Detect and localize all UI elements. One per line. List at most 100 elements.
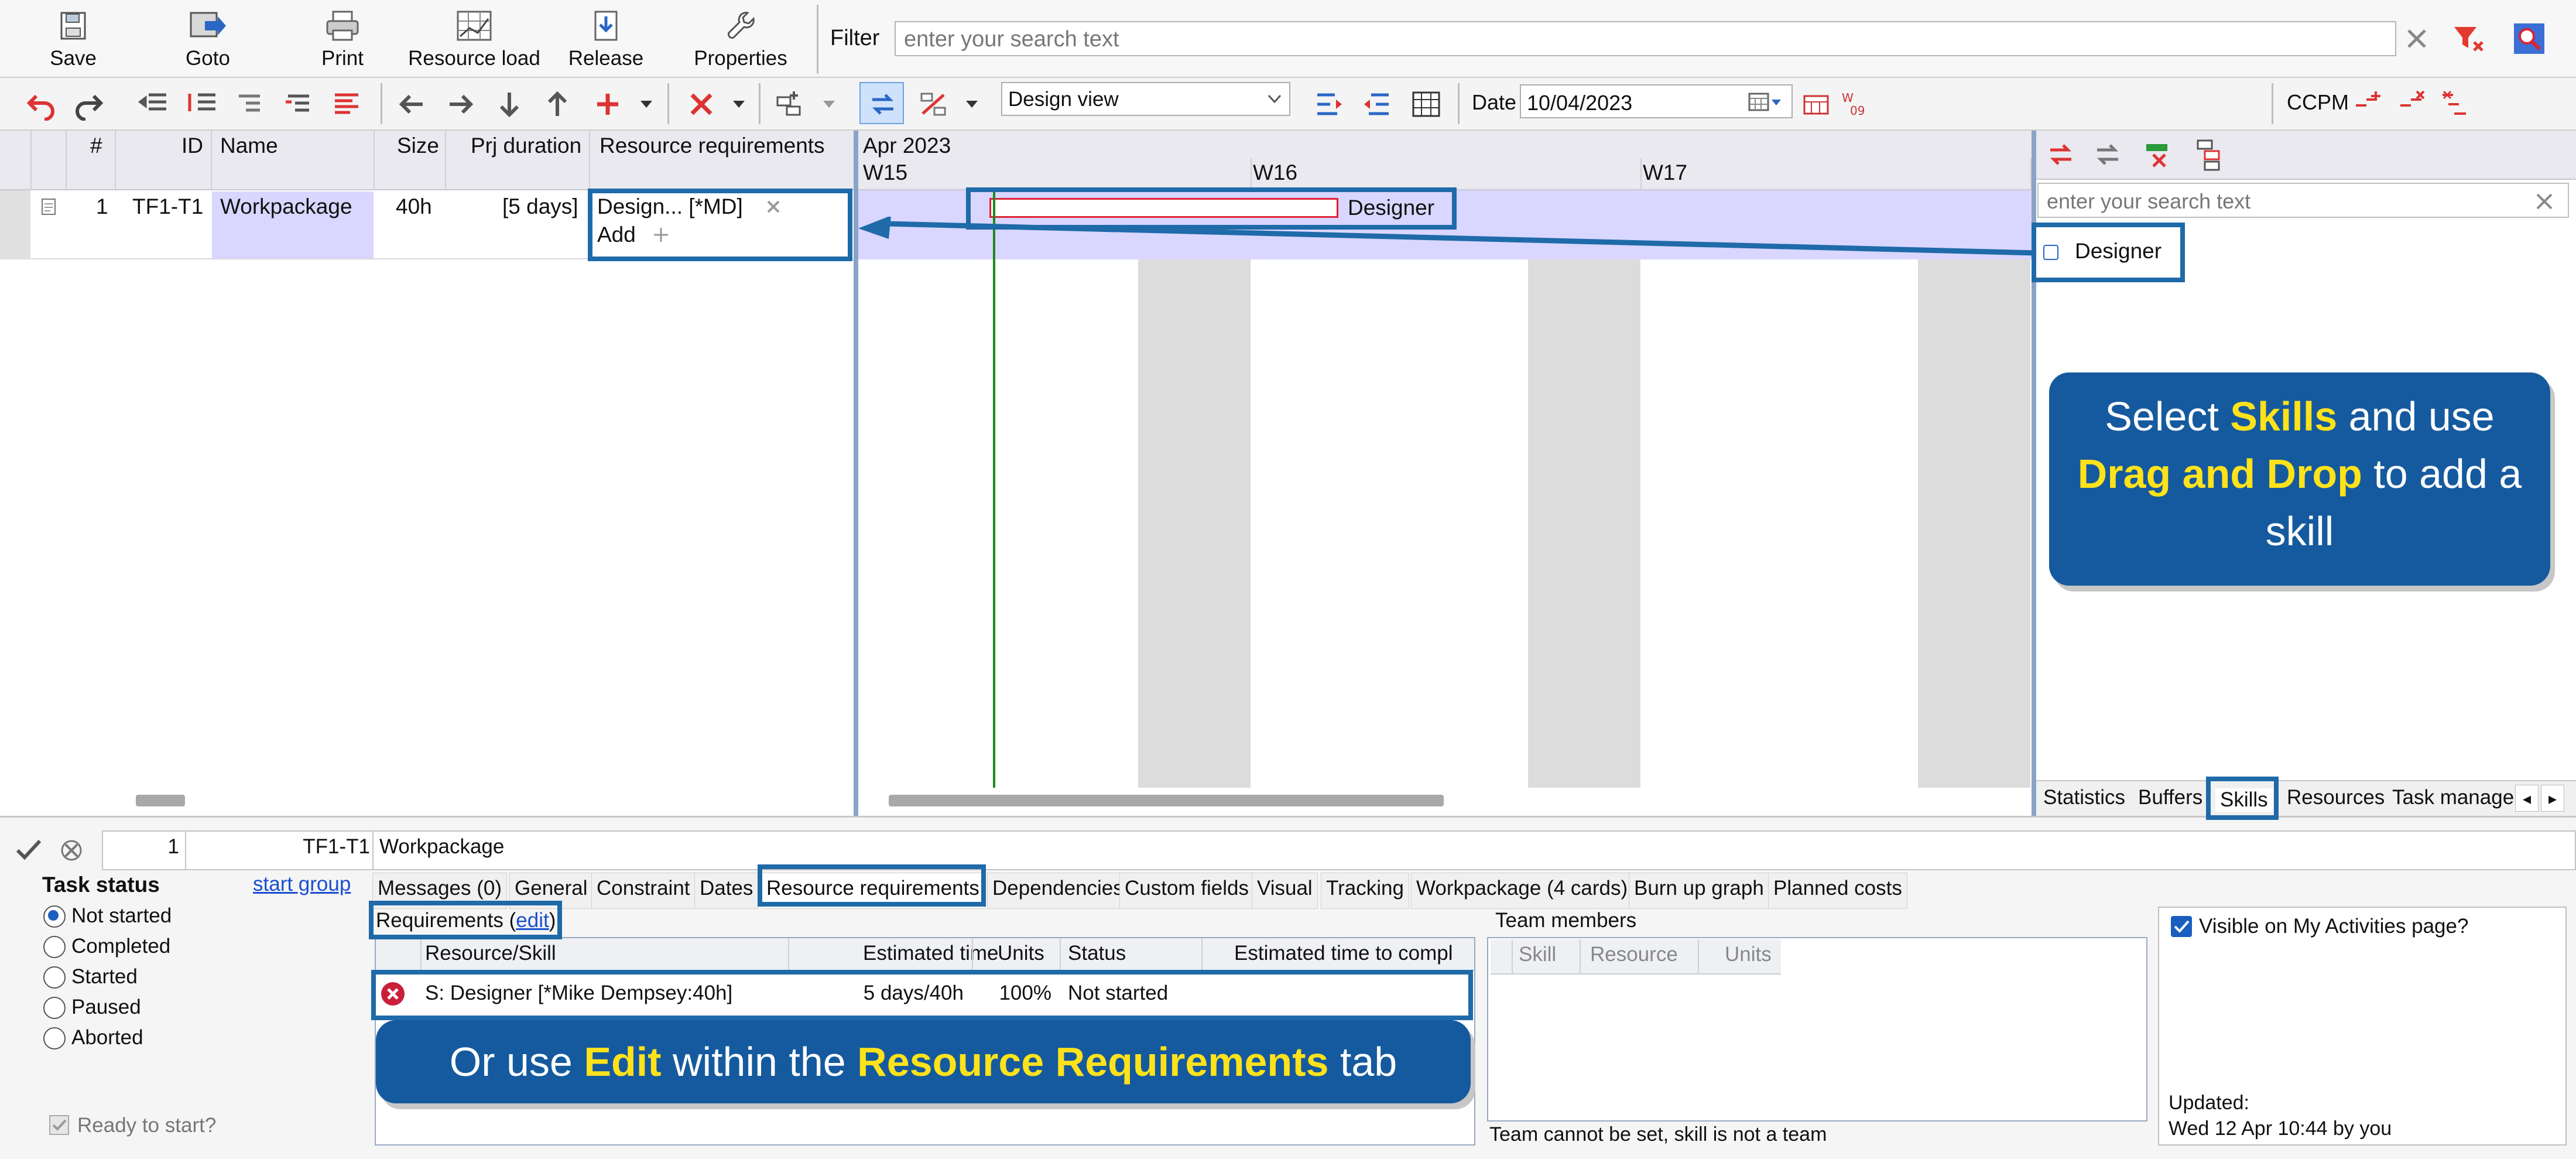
expand-icon[interactable]	[282, 88, 315, 121]
column-header-resource[interactable]: Resource	[1590, 943, 1678, 966]
tab-visual[interactable]: Visual	[1252, 873, 1318, 909]
chevron-down-icon[interactable]	[822, 98, 836, 110]
column-header-units[interactable]: Units	[998, 942, 1044, 965]
tab-planned-costs[interactable]: Planned costs	[1768, 873, 1907, 909]
task-name-field[interactable]: Workpackage	[372, 830, 2576, 870]
date-input[interactable]: 10/04/2023	[1520, 84, 1793, 118]
column-header-units[interactable]: Units	[1725, 943, 1772, 966]
task-number-field[interactable]: 1	[102, 830, 186, 870]
add-icon[interactable]	[591, 88, 624, 121]
column-header-estimated-time-to-complete[interactable]: Estimated time to compl	[1234, 942, 1474, 965]
goto-button[interactable]: Goto	[170, 5, 246, 75]
ccpm-remove-icon[interactable]	[2397, 88, 2430, 121]
today-marker-icon[interactable]	[1800, 88, 1832, 121]
arrow-left-icon[interactable]	[396, 88, 429, 121]
tab-task-manager[interactable]: Task manage	[2392, 786, 2514, 809]
gantt-horizontal-scrollbar[interactable]	[889, 795, 1444, 806]
tab-workpackage[interactable]: Workpackage (4 cards)	[1411, 873, 1633, 909]
replace-icon[interactable]	[2091, 138, 2124, 171]
gantt-right-icon[interactable]	[1361, 88, 1393, 121]
callout-text: Or use	[449, 1039, 584, 1085]
print-button[interactable]: Print	[304, 5, 381, 75]
align-icon[interactable]	[330, 88, 363, 121]
task-notes-icon[interactable]	[39, 197, 59, 217]
column-header-id[interactable]: ID	[181, 134, 203, 158]
clear-filter-icon[interactable]	[2404, 26, 2430, 52]
skills-search-input[interactable]: enter your search text	[2037, 183, 2569, 218]
resource-load-icon	[457, 11, 492, 41]
resource-load-button[interactable]: Resource load	[404, 5, 544, 75]
save-button[interactable]: Save	[35, 5, 111, 75]
gantt-fit-icon[interactable]	[1410, 88, 1443, 121]
tab-constraint[interactable]: Constraint	[591, 873, 696, 909]
indent-icon[interactable]	[137, 88, 170, 121]
row-selector[interactable]	[0, 190, 30, 259]
arrow-up-icon[interactable]	[541, 88, 574, 121]
filter-input[interactable]: enter your search text	[895, 21, 2396, 56]
toggle-link-mode-button[interactable]	[859, 82, 904, 124]
callout-highlight: Drag and Drop	[2077, 451, 2362, 497]
tab-scroll-left-icon[interactable]: ◂	[2515, 785, 2539, 812]
tab-dependencies[interactable]: Dependencies	[987, 873, 1129, 909]
tab-tracking[interactable]: Tracking	[1321, 873, 1409, 909]
ccpm-buffer-icon[interactable]	[2439, 88, 2472, 121]
chevron-down-icon[interactable]	[732, 98, 746, 110]
column-header-name[interactable]: Name	[220, 134, 278, 158]
column-header-estimated-time[interactable]: Estimated time	[863, 942, 998, 965]
column-header-num[interactable]: #	[90, 134, 102, 158]
week-nav-icon[interactable]: W09	[1839, 88, 1872, 121]
status-label: Started	[71, 965, 138, 988]
tab-buffers[interactable]: Buffers	[2138, 786, 2202, 809]
column-header-skill[interactable]: Skill	[1519, 943, 1556, 966]
tab-resources[interactable]: Resources	[2287, 786, 2385, 809]
collapse-icon[interactable]	[233, 88, 266, 121]
cancel-icon[interactable]	[57, 836, 85, 864]
week-divider	[1251, 158, 1252, 190]
calendar-icon	[1748, 93, 1781, 111]
gantt-left-icon[interactable]	[1313, 88, 1345, 121]
outdent-icon[interactable]	[186, 88, 219, 121]
status-radio-paused[interactable]	[43, 997, 66, 1019]
status-radio-started[interactable]	[43, 966, 66, 989]
column-header-status[interactable]: Status	[1068, 942, 1126, 965]
link-tasks-icon[interactable]	[774, 88, 807, 121]
ready-checkbox[interactable]	[49, 1115, 69, 1135]
date-label: Date	[1472, 90, 1517, 114]
properties-button[interactable]: Properties	[685, 5, 796, 75]
remove-skill-icon[interactable]	[2143, 141, 2173, 171]
status-radio-completed[interactable]	[43, 936, 66, 958]
tab-dates[interactable]: Dates	[694, 873, 759, 909]
arrow-down-icon[interactable]	[493, 88, 526, 121]
delete-icon[interactable]	[685, 88, 718, 121]
column-header-resource-requirements[interactable]: Resource requirements	[600, 134, 825, 158]
ccpm-add-icon[interactable]	[2352, 88, 2385, 121]
grid-horizontal-scrollbar[interactable]	[136, 795, 185, 806]
start-group-link[interactable]: start group	[253, 873, 351, 896]
status-radio-not-started[interactable]	[43, 905, 66, 928]
undo-icon[interactable]	[25, 88, 57, 121]
visible-checkbox[interactable]	[2171, 916, 2192, 937]
toolbar-divider	[667, 83, 669, 124]
tab-scroll-right-icon[interactable]: ▸	[2541, 785, 2564, 812]
tab-custom-fields[interactable]: Custom fields	[1119, 873, 1255, 909]
status-radio-aborted[interactable]	[43, 1027, 66, 1049]
column-header-duration[interactable]: Prj duration	[471, 134, 581, 158]
release-button[interactable]: Release	[568, 5, 644, 75]
arrow-right-icon[interactable]	[444, 88, 477, 121]
search-panel-icon[interactable]	[2512, 21, 2547, 56]
hierarchy-icon[interactable]	[2194, 138, 2225, 171]
tab-statistics[interactable]: Statistics	[2043, 786, 2125, 809]
chevron-down-icon[interactable]	[639, 98, 653, 110]
redo-icon[interactable]	[73, 88, 105, 121]
filter-funnel-icon[interactable]	[2451, 22, 2483, 55]
column-header-resource-skill[interactable]: Resource/Skill	[425, 942, 556, 965]
unlink-icon[interactable]	[917, 88, 950, 121]
chevron-down-icon[interactable]	[965, 98, 979, 110]
assign-icon[interactable]	[2044, 138, 2077, 171]
column-header-size[interactable]: Size	[397, 134, 439, 158]
view-select[interactable]: Design view	[1001, 82, 1290, 116]
checkmark-icon[interactable]	[14, 835, 43, 864]
task-id-field[interactable]: TF1-T1	[185, 830, 377, 870]
tab-burn-up-graph[interactable]: Burn up graph	[1629, 873, 1769, 909]
clear-search-icon[interactable]	[2533, 190, 2556, 213]
